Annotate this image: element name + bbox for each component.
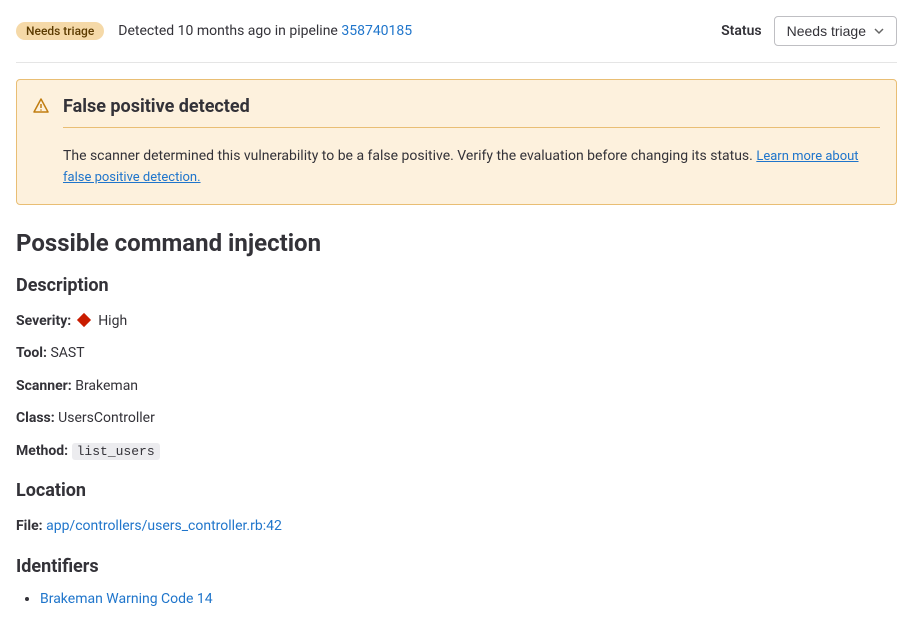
description-heading: Description [16, 275, 897, 296]
scanner-value: Brakeman [75, 378, 138, 394]
detected-prefix: Detected 10 months ago in pipeline [118, 23, 341, 39]
detected-text: Detected 10 months ago in pipeline 35874… [118, 23, 412, 39]
status-label: Status [721, 23, 761, 39]
alert-content: False positive detected The scanner dete… [63, 96, 880, 188]
header-left: Needs triage Detected 10 months ago in p… [16, 22, 412, 40]
false-positive-alert: False positive detected The scanner dete… [16, 79, 897, 205]
scanner-label: Scanner: [16, 378, 72, 394]
method-label: Method: [16, 443, 68, 459]
status-dropdown[interactable]: Needs triage [774, 16, 897, 46]
class-row: Class: UsersController [16, 407, 897, 429]
triage-badge: Needs triage [16, 22, 104, 40]
list-item: Brakeman Warning Code 14 [40, 591, 897, 607]
scanner-row: Scanner: Brakeman [16, 375, 897, 397]
tool-row: Tool: SAST [16, 342, 897, 364]
severity-high-icon [77, 313, 91, 327]
identifiers-heading: Identifiers [16, 556, 897, 577]
file-row: File: app/controllers/users_controller.r… [16, 515, 897, 537]
tool-label: Tool: [16, 345, 47, 361]
class-label: Class: [16, 410, 55, 426]
severity-row: Severity: High [16, 310, 897, 332]
method-row: Method: list_users [16, 440, 897, 463]
dropdown-label: Needs triage [787, 23, 866, 39]
identifier-link[interactable]: Brakeman Warning Code 14 [40, 591, 213, 607]
alert-body: The scanner determined this vulnerabilit… [63, 146, 880, 188]
file-link[interactable]: app/controllers/users_controller.rb:42 [46, 518, 282, 534]
header-bar: Needs triage Detected 10 months ago in p… [16, 16, 897, 63]
header-right: Status Needs triage [721, 16, 897, 46]
severity-label: Severity: [16, 313, 71, 329]
vulnerability-title: Possible command injection [16, 229, 897, 257]
method-value: list_users [72, 443, 160, 460]
identifiers-list: Brakeman Warning Code 14 [16, 591, 897, 607]
chevron-down-icon [874, 26, 884, 36]
tool-value: SAST [50, 345, 84, 361]
severity-value: High [98, 313, 127, 329]
location-heading: Location [16, 480, 897, 501]
pipeline-link[interactable]: 358740185 [341, 23, 412, 39]
warning-icon [33, 98, 49, 188]
alert-body-text: The scanner determined this vulnerabilit… [63, 148, 756, 164]
alert-title: False positive detected [63, 96, 880, 128]
class-value: UsersController [58, 410, 155, 426]
file-label: File: [16, 518, 43, 534]
